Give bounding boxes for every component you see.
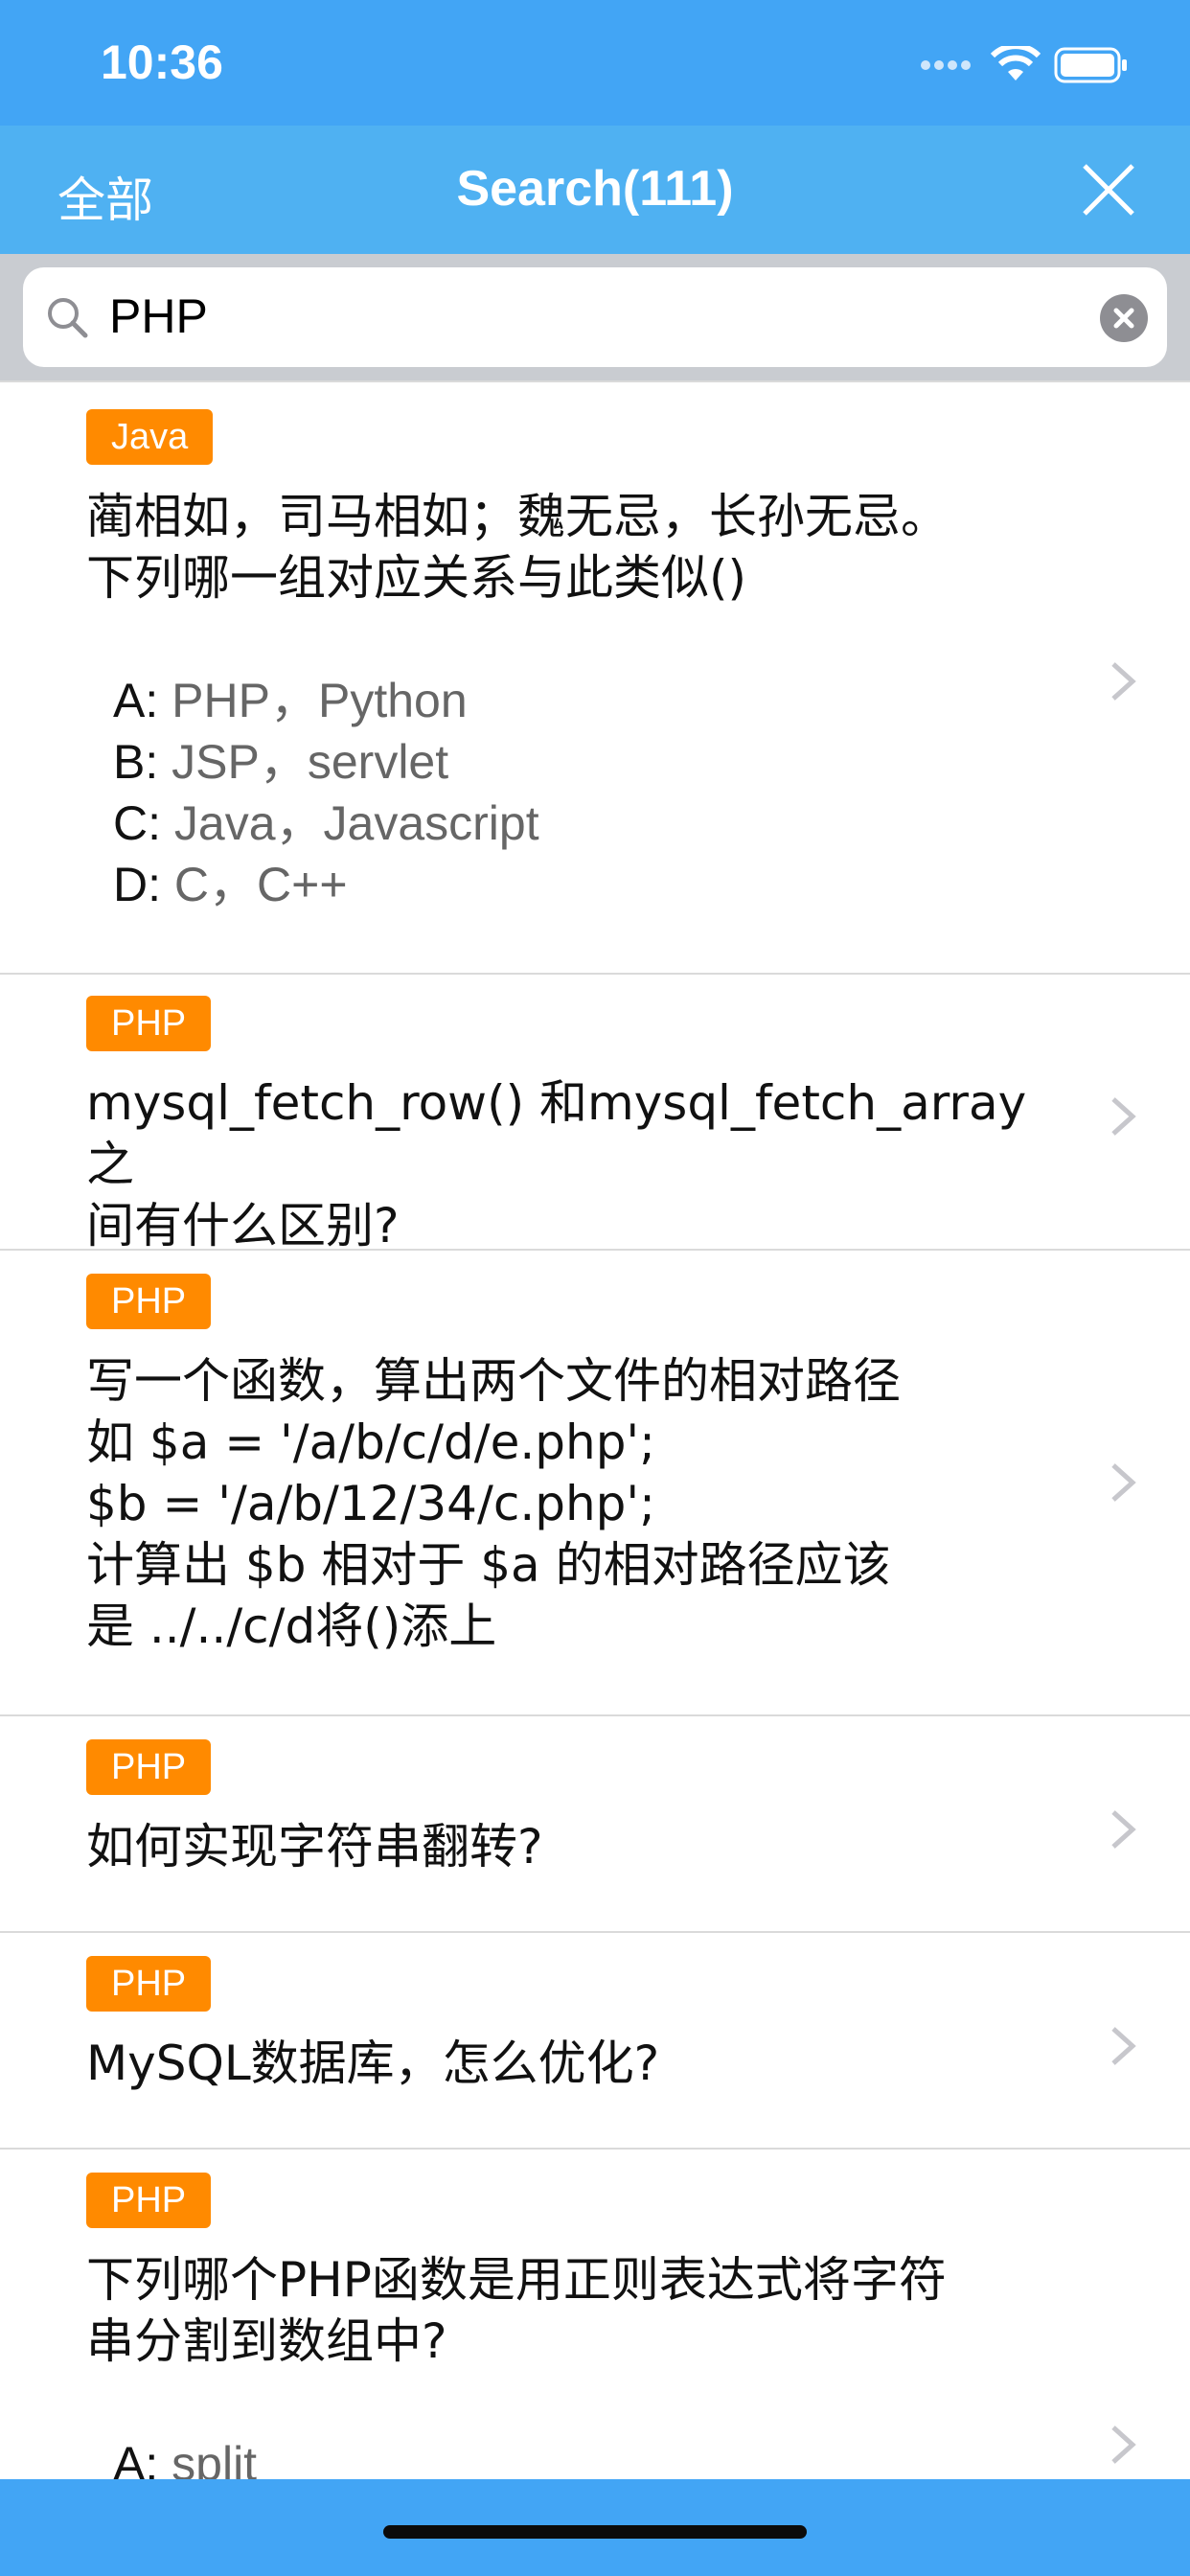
wifi-icon bbox=[991, 46, 1041, 80]
question-text: 如何实现字符串翻转? bbox=[86, 1819, 543, 1874]
category-tag: PHP bbox=[86, 1739, 212, 1795]
clear-icon[interactable] bbox=[1100, 294, 1148, 342]
close-icon[interactable] bbox=[1077, 158, 1140, 221]
status-icons bbox=[920, 46, 1129, 84]
status-bar: 10:36 bbox=[0, 0, 1190, 126]
list-item[interactable]: PHP 如何实现字符串翻转? bbox=[0, 1716, 1190, 1933]
chevron-right-icon bbox=[1111, 662, 1136, 701]
bottom-bar bbox=[0, 2479, 1190, 2576]
category-tag: PHP bbox=[86, 1956, 212, 2012]
status-time: 10:36 bbox=[101, 35, 223, 89]
list-item[interactable]: PHP mysql_fetch_row() 和mysql_fetch_array… bbox=[0, 973, 1190, 1254]
option-b: B: JSP，servlet bbox=[113, 735, 449, 789]
chevron-right-icon bbox=[1111, 2027, 1136, 2065]
question-text: MySQL数据库，怎么优化? bbox=[86, 2036, 660, 2091]
option-a: A: PHP，Python bbox=[113, 674, 468, 727]
chevron-right-icon bbox=[1111, 2426, 1136, 2464]
search-icon bbox=[48, 298, 88, 338]
page-title: Search(111) bbox=[456, 161, 734, 217]
category-tag: PHP bbox=[86, 2173, 212, 2228]
chevron-right-icon bbox=[1111, 1097, 1136, 1136]
signal-icon bbox=[921, 60, 971, 70]
search-query: PHP bbox=[109, 289, 208, 343]
nav-bar: 全部 Search(111) bbox=[0, 126, 1190, 254]
chevron-right-icon bbox=[1111, 1463, 1136, 1502]
option-d: D: C，C++ bbox=[113, 858, 348, 911]
question-text: 下列哪个PHP函数是用正则表达式将字符 串分割到数组中? bbox=[86, 2252, 947, 2369]
battery-icon bbox=[1054, 47, 1127, 83]
question-text: mysql_fetch_row() 和mysql_fetch_array之 间有… bbox=[86, 1075, 1027, 1254]
option-list: A: split bbox=[113, 2433, 257, 2479]
option-list: A: PHP，Python B: JSP，servlet C: Java，Jav… bbox=[113, 670, 539, 915]
list-item[interactable]: PHP MySQL数据库，怎么优化? bbox=[0, 1933, 1190, 2150]
option-c: C: Java，Javascript bbox=[113, 796, 539, 850]
home-indicator[interactable] bbox=[383, 2525, 807, 2539]
question-text: 写一个函数，算出两个文件的相对路径 如 $a = '/a/b/c/d/e.php… bbox=[86, 1353, 901, 1654]
category-tag: PHP bbox=[86, 996, 212, 1051]
list-item[interactable]: Java 蔺相如，司马相如；魏无忌，长孙无忌。 下列哪一组对应关系与此类似() … bbox=[0, 380, 1190, 975]
list-item[interactable]: PHP 下列哪个PHP函数是用正则表达式将字符 串分割到数组中? A: spli… bbox=[0, 2150, 1190, 2479]
category-tag: PHP bbox=[86, 1274, 212, 1329]
list-item[interactable]: PHP 写一个函数，算出两个文件的相对路径 如 $a = '/a/b/c/d/e… bbox=[0, 1251, 1190, 1716]
question-text: 蔺相如，司马相如；魏无忌，长孙无忌。 下列哪一组对应关系与此类似() bbox=[86, 489, 949, 606]
search-input[interactable]: PHP bbox=[23, 267, 1167, 367]
chevron-right-icon bbox=[1111, 1810, 1136, 1849]
question-list: Java 蔺相如，司马相如；魏无忌，长孙无忌。 下列哪一组对应关系与此类似() … bbox=[0, 380, 1190, 2479]
option-a: A: split bbox=[113, 2437, 258, 2479]
category-tag: Java bbox=[86, 409, 214, 465]
search-bar: PHP bbox=[0, 254, 1190, 380]
